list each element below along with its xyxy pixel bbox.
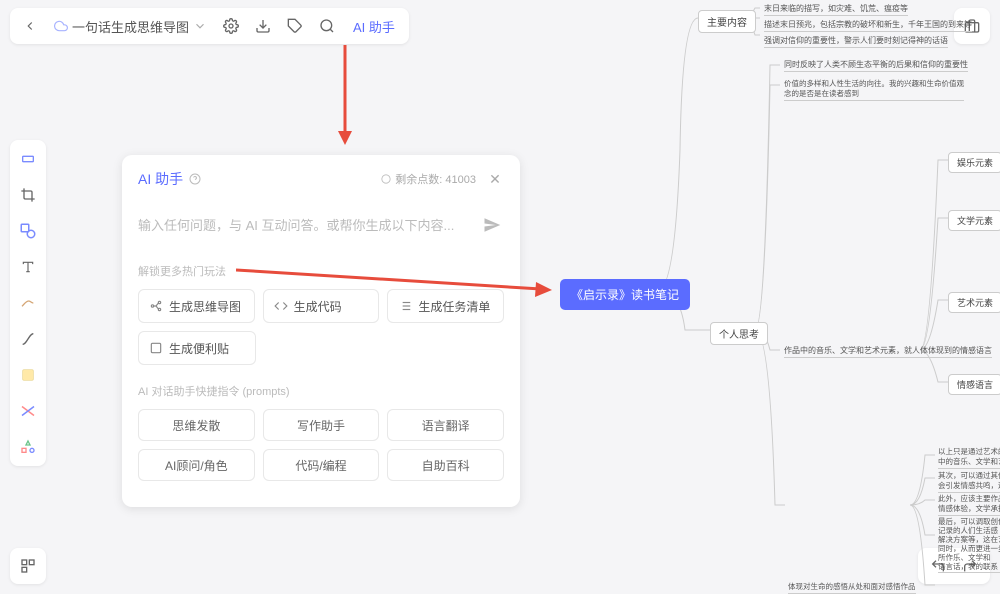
mindmap-leaf[interactable]: 最后，可以调取创作 记录的人们生活感 解决方案等，这在艺术 同时，从而更进一步地…	[938, 516, 1000, 573]
ai-prompt-input[interactable]	[138, 218, 480, 233]
clock-icon	[381, 174, 391, 184]
send-button[interactable]	[480, 213, 504, 237]
cloud-icon	[54, 19, 68, 33]
mindmap-leaf[interactable]: 描述末日预兆，包括宗教的破坏和新生，千年王国的到来等	[764, 18, 972, 32]
mindmap-side-label[interactable]: 文学元素	[948, 210, 1000, 231]
side-toolbar	[10, 140, 46, 466]
back-button[interactable]	[16, 12, 44, 40]
prompt-translate[interactable]: 语言翻译	[387, 409, 504, 441]
tool-rect-icon[interactable]	[15, 146, 41, 172]
mindmap-canvas[interactable]: 《启示录》读书笔记 主要内容 个人思考 末日来临的描写，如灾难、饥荒、瘟疫等 描…	[560, 0, 1000, 594]
doc-title-text: 一句话生成思维导图	[72, 17, 189, 36]
prompt-role[interactable]: AI顾问/角色	[138, 449, 255, 481]
points-remaining: 剩余点数: 41003	[381, 171, 476, 187]
ai-panel-title: AI 助手	[138, 169, 201, 189]
mindmap-branch-personal[interactable]: 个人思考	[710, 322, 768, 345]
mindmap-leaf[interactable]: 同时反映了人类不顾生态平衡的后果和信仰的重要性	[784, 58, 968, 72]
ai-assistant-link[interactable]: AI 助手	[345, 17, 403, 36]
chip-label: 生成便利贴	[169, 340, 229, 357]
note-icon	[149, 341, 163, 355]
chip-label: 生成思维导图	[169, 298, 241, 315]
mindmap-icon	[149, 299, 163, 313]
prompts-label: AI 对话助手快捷指令 (prompts)	[138, 383, 504, 399]
mindmap-leaf[interactable]: 以上只是通过艺术的 中的音乐、文学和艺	[938, 446, 1000, 469]
document-title[interactable]: 一句话生成思维导图	[48, 17, 213, 36]
search-icon[interactable]	[313, 12, 341, 40]
top-toolbar: 一句话生成思维导图 AI 助手	[10, 8, 409, 44]
mindmap-leaf[interactable]: 价值的多样和人性生活的向往。我的兴趣和生命价值观念的是否是在读者感到	[784, 78, 964, 101]
prompt-diverge[interactable]: 思维发散	[138, 409, 255, 441]
tag-icon[interactable]	[281, 12, 309, 40]
tool-shapes-icon[interactable]	[15, 434, 41, 460]
prompt-wiki[interactable]: 自助百科	[387, 449, 504, 481]
mindmap-leaf[interactable]: 此外，应该主要作品 情感体验，文学承托	[938, 493, 1000, 516]
mindmap-leaf[interactable]: 体现对生命的感悟从处和面对感悟作品	[788, 580, 916, 594]
ai-assistant-panel: AI 助手 剩余点数: 41003 ✕ 解锁更多热门玩法 生成思维导图 生成代码	[122, 155, 520, 507]
help-icon[interactable]	[189, 173, 201, 185]
tool-shape-icon[interactable]	[15, 218, 41, 244]
layers-button[interactable]	[10, 548, 46, 584]
prompt-code[interactable]: 代码/编程	[263, 449, 380, 481]
tool-curve-icon[interactable]	[15, 326, 41, 352]
chevron-down-icon	[193, 19, 207, 33]
mindmap-leaf[interactable]: 末日来临的描写，如灾难、饥荒、瘟疫等	[764, 2, 908, 16]
tool-crop-icon[interactable]	[15, 182, 41, 208]
mindmap-leaf[interactable]: 其次，可以通过其他 会引发情感共鸣，这	[938, 470, 1000, 493]
mindmap-branch-main[interactable]: 主要内容	[698, 10, 756, 33]
mindmap-root-node[interactable]: 《启示录》读书笔记	[560, 279, 690, 310]
prompt-writing[interactable]: 写作助手	[263, 409, 380, 441]
mindmap-leaf[interactable]: 强调对信仰的重要性，警示人们要时刻记得神的话语	[764, 34, 948, 48]
mindmap-leaf[interactable]	[788, 498, 908, 500]
tool-text-icon[interactable]	[15, 254, 41, 280]
tool-connection-icon[interactable]	[15, 398, 41, 424]
tool-pen-icon[interactable]	[15, 290, 41, 316]
chip-sticky[interactable]: 生成便利贴	[138, 331, 256, 365]
mindmap-side-label[interactable]: 娱乐元素	[948, 152, 1000, 173]
mindmap-side-label[interactable]: 艺术元素	[948, 292, 1000, 313]
tool-sticky-icon[interactable]	[15, 362, 41, 388]
mindmap-side-label[interactable]: 情感语言	[948, 374, 1000, 395]
mindmap-leaf[interactable]: 作品中的音乐、文学和艺术元素，就人体体现到的情感语言	[784, 344, 992, 358]
annotation-arrow-down	[330, 45, 360, 150]
annotation-arrow-right	[236, 262, 556, 302]
settings-icon[interactable]	[217, 12, 245, 40]
close-panel-button[interactable]: ✕	[486, 170, 504, 188]
share-icon[interactable]	[249, 12, 277, 40]
